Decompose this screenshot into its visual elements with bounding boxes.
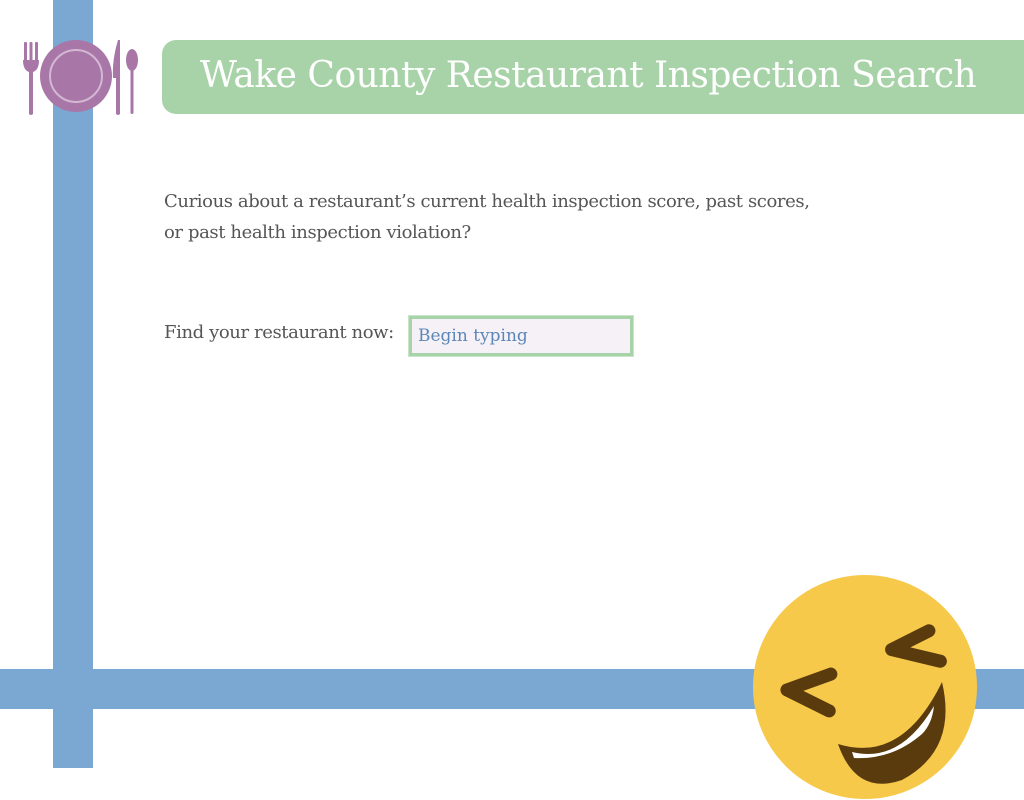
rolling-on-the-floor-laughing-emoji-icon — [753, 575, 977, 799]
title-banner: Wake County Restaurant Inspection Search — [162, 40, 1024, 114]
page-title: Wake County Restaurant Inspection Search — [200, 55, 977, 96]
plate-fork-knife-spoon-icon — [23, 40, 138, 115]
restaurant-search-input[interactable] — [408, 315, 634, 357]
intro-line-1: Curious about a restaurant’s current hea… — [164, 191, 810, 212]
intro-text: Curious about a restaurant’s current hea… — [164, 186, 844, 248]
intro-line-2: or past health inspection violation? — [164, 222, 471, 243]
search-label: Find your restaurant now: — [164, 322, 394, 343]
